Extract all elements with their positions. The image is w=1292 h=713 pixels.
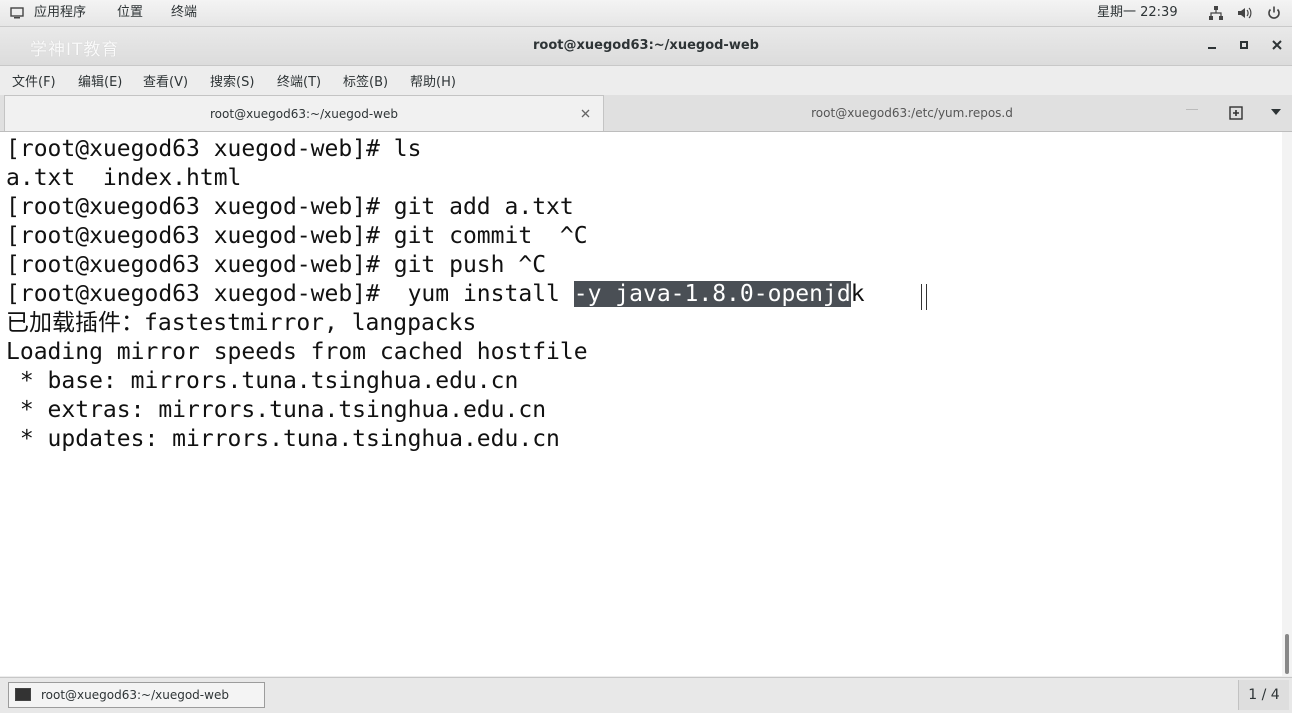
close-icon [1272,40,1282,50]
menu-edit[interactable]: 编辑(E) [78,71,122,90]
terminal-line: [root@xuegod63 xuegod-web]# git add a.tx… [6,194,574,220]
tab-label: root@xuegod63:/etc/yum.repos.d [811,106,1013,120]
command-text: [root@xuegod63 xuegod-web]# yum install [6,281,574,307]
terminal-line: Loading mirror speeds from cached hostfi… [6,339,588,365]
chevron-down-icon[interactable] [1270,107,1282,117]
terminal-line: [root@xuegod63 xuegod-web]# ls [6,136,422,162]
terminal-output[interactable]: [root@xuegod63 xuegod-web]# ls a.txt ind… [0,132,1282,676]
scrollbar-thumb[interactable] [1285,634,1289,674]
close-window-button[interactable] [1270,39,1284,53]
menubar: 文件(F) 编辑(E) 查看(V) 搜索(S) 终端(T) 标签(B) 帮助(H… [0,66,1292,94]
terminal-scrollbar[interactable] [1282,132,1292,676]
minimize-icon [1208,47,1216,49]
selected-text: -y java-1.8.0-openjd [573,281,851,307]
terminal-line: * updates: mirrors.tuna.tsinghua.edu.cn [6,426,560,452]
tab-label: root@xuegod63:~/xuegod-web [210,107,398,121]
window-titlebar[interactable]: 学神IT教育 root@xuegod63:~/xuegod-web [0,27,1292,66]
terminal-line: a.txt index.html [6,165,242,191]
taskbar-window-label: root@xuegod63:~/xuegod-web [41,688,229,702]
terminal-line: * base: mirrors.tuna.tsinghua.edu.cn [6,368,519,394]
places-menu[interactable]: 位置 [117,0,143,26]
menu-tabs[interactable]: 标签(B) [343,71,388,90]
maximize-icon [1240,41,1248,49]
top-panel: 应用程序 位置 终端 星期一 22:39 [0,0,1292,27]
volume-icon[interactable] [1236,5,1252,21]
window-title: root@xuegod63:~/xuegod-web [533,38,759,53]
terminal-icon [15,688,31,701]
menu-terminal[interactable]: 终端(T) [277,71,321,90]
mouse-ibeam-cursor [921,284,927,310]
command-text: k [850,281,865,307]
menu-view[interactable]: 查看(V) [143,71,188,90]
taskbar-window-button[interactable]: root@xuegod63:~/xuegod-web [8,682,265,708]
terminal-line-yum: [root@xuegod63 xuegod-web]# yum install … [6,280,865,309]
new-tab-icon[interactable] [1229,106,1243,120]
menu-help[interactable]: 帮助(H) [410,71,456,90]
tab-bar: root@xuegod63:~/xuegod-web root@xuegod63… [0,95,1292,132]
tab-close-button[interactable] [1186,109,1198,110]
tab-close-button[interactable] [581,96,590,132]
maximize-button[interactable] [1237,39,1251,53]
terminal-app-menu[interactable]: 终端 [171,0,197,26]
clock[interactable]: 星期一 22:39 [1097,0,1178,26]
tab-yum-repos[interactable]: root@xuegod63:/etc/yum.repos.d [606,95,1218,131]
tab-xuegod-web[interactable]: root@xuegod63:~/xuegod-web [4,95,604,131]
terminal-line: * extras: mirrors.tuna.tsinghua.edu.cn [6,397,547,423]
close-icon [581,109,590,118]
minimize-button[interactable] [1205,39,1219,53]
applications-menu[interactable]: 应用程序 [34,0,86,26]
workspace-switcher[interactable]: 1 / 4 [1238,680,1289,710]
menu-file[interactable]: 文件(F) [12,71,56,90]
network-icon[interactable] [1208,5,1224,21]
apps-menu-icon [10,7,24,19]
terminal-line: [root@xuegod63 xuegod-web]# git commit ^… [6,223,588,249]
menu-search[interactable]: 搜索(S) [210,71,254,90]
power-icon[interactable] [1266,5,1282,21]
terminal-line: [root@xuegod63 xuegod-web]# git push ^C [6,252,547,278]
bottom-taskbar: root@xuegod63:~/xuegod-web 1 / 4 [0,677,1292,713]
terminal-line: 已加载插件：fastestmirror, langpacks [6,310,477,336]
